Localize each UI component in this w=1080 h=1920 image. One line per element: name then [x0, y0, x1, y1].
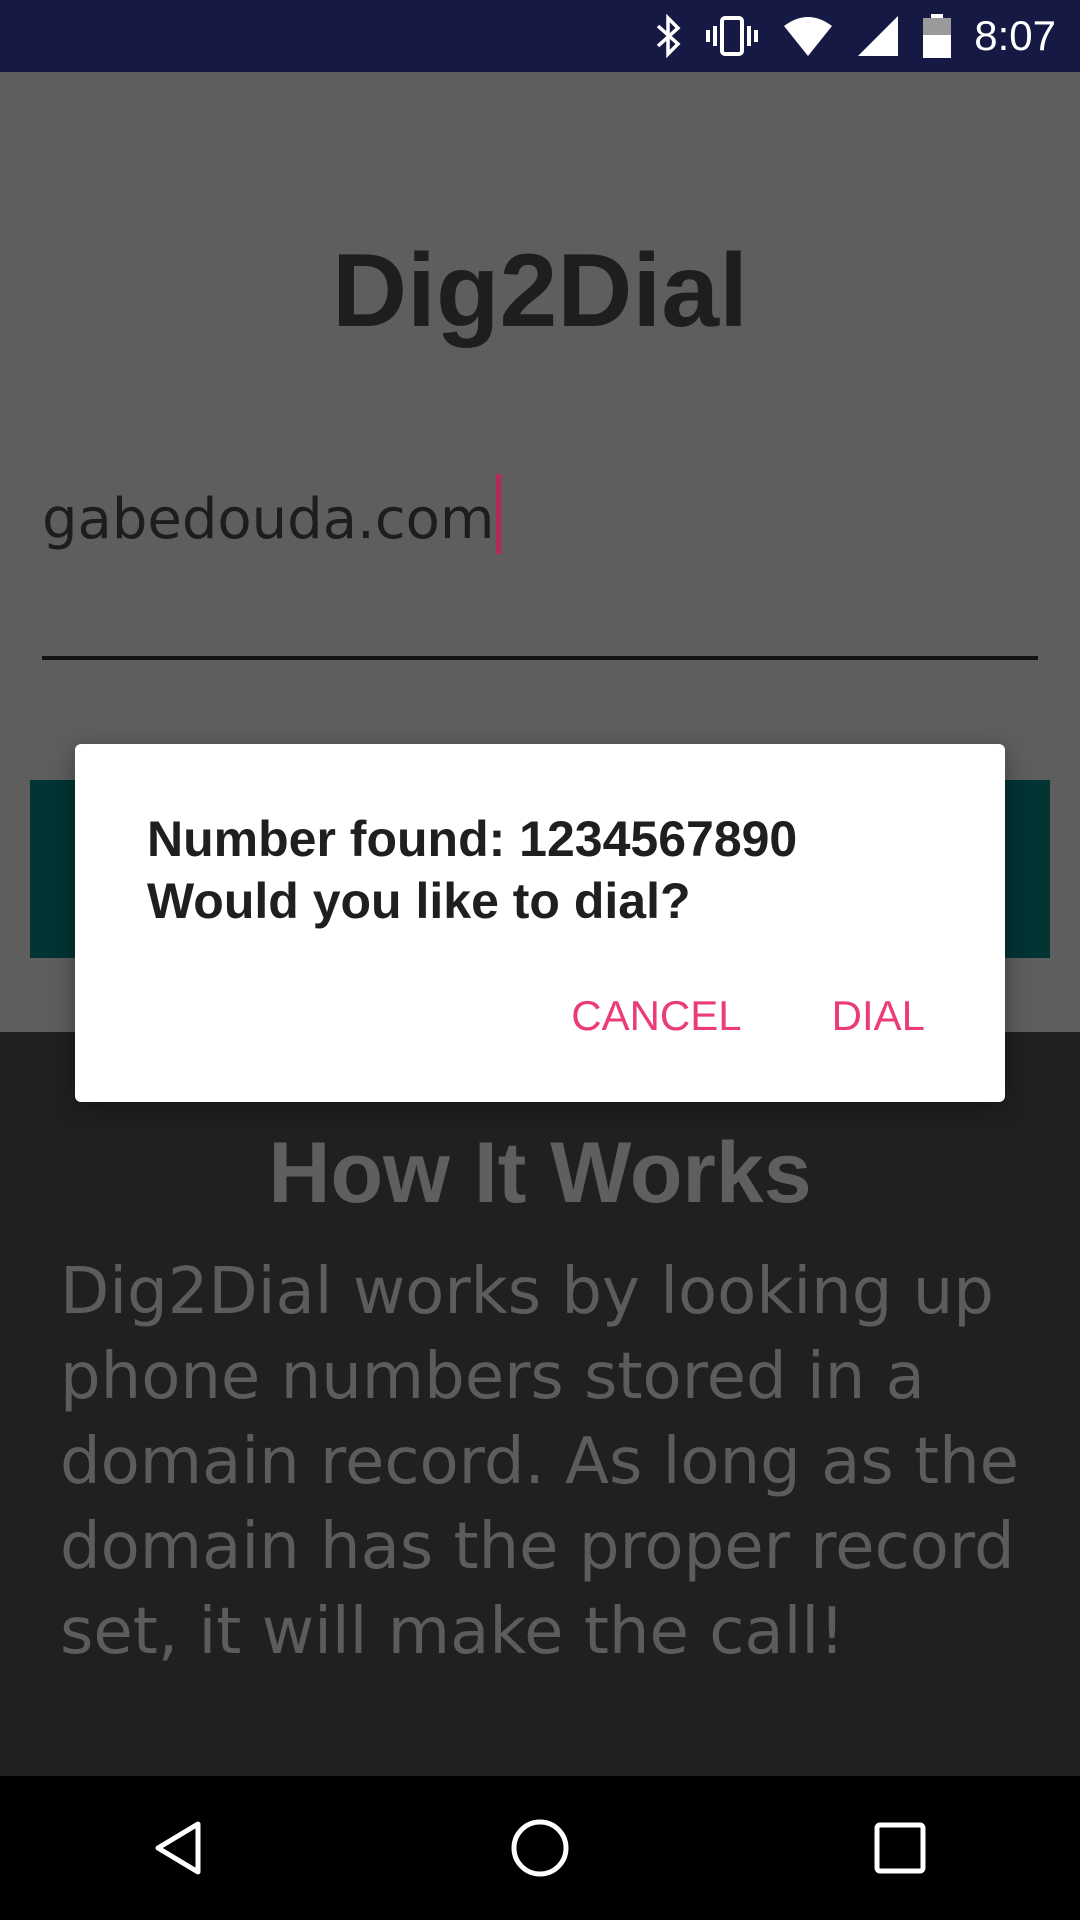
domain-input-value: gabedouda.com — [42, 487, 495, 552]
home-icon[interactable] — [480, 1788, 600, 1908]
dial-confirm-dialog: Number found: 1234567890 Would you like … — [75, 744, 1005, 1102]
how-it-works-heading: How It Works — [268, 1125, 812, 1221]
dial-button[interactable]: DIAL — [832, 992, 925, 1040]
text-cursor — [496, 474, 502, 554]
status-bar: 8:07 — [0, 0, 1080, 72]
navigation-bar — [0, 1776, 1080, 1920]
battery-icon — [922, 13, 952, 59]
how-it-works-section: How It Works Dig2Dial works by looking u… — [0, 1032, 1080, 1776]
back-icon[interactable] — [120, 1788, 240, 1908]
wifi-icon — [782, 14, 834, 58]
cancel-button[interactable]: CANCEL — [571, 992, 741, 1040]
input-underline — [42, 656, 1038, 660]
app-title: Dig2Dial — [331, 233, 749, 349]
how-it-works-text: Dig2Dial works by looking up phone numbe… — [60, 1255, 1020, 1669]
vibrate-icon — [704, 14, 760, 58]
domain-input[interactable]: gabedouda.com — [42, 474, 1038, 562]
status-time: 8:07 — [974, 12, 1056, 59]
bluetooth-icon — [654, 14, 682, 58]
recents-icon[interactable] — [840, 1788, 960, 1908]
dialog-message: Number found: 1234567890 Would you like … — [147, 811, 798, 929]
cell-signal-icon — [856, 14, 900, 58]
